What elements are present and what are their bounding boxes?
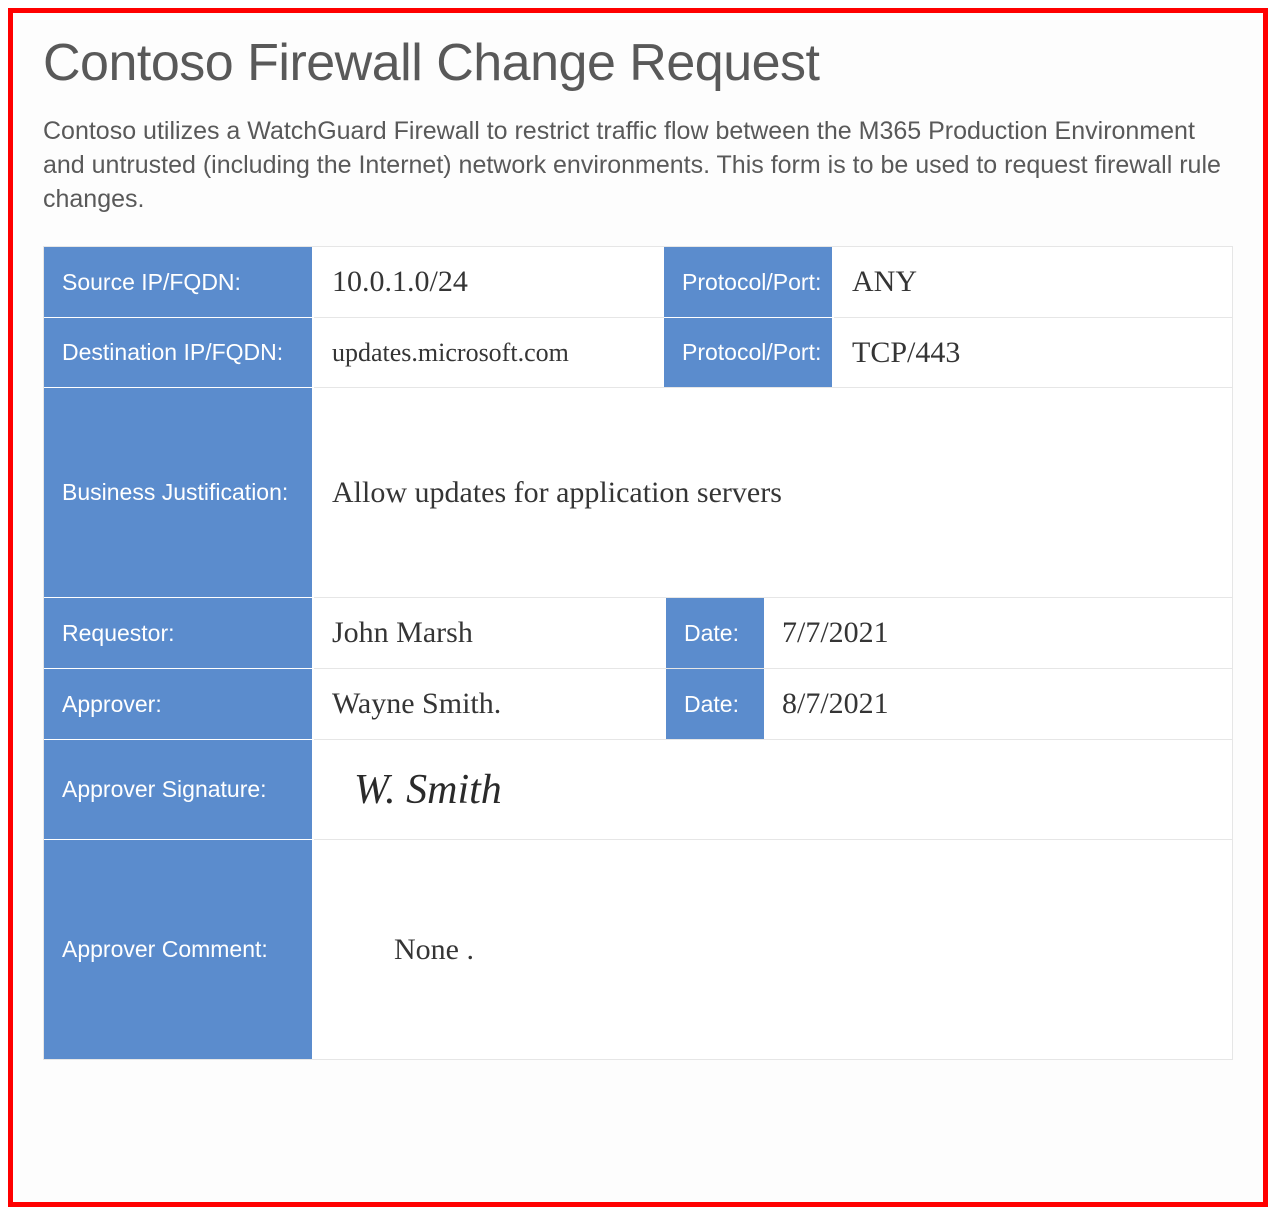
value-approver-comment: None . xyxy=(314,839,1232,1059)
form-table: Source IP/FQDN: 10.0.1.0/24 Protocol/Por… xyxy=(43,246,1233,1060)
label-source-ip: Source IP/FQDN: xyxy=(44,247,314,317)
value-source-ip: 10.0.1.0/24 xyxy=(314,247,664,317)
label-approver-signature: Approver Signature: xyxy=(44,739,314,839)
value-requestor: John Marsh xyxy=(314,597,664,668)
intro-paragraph: Contoso utilizes a WatchGuard Firewall t… xyxy=(43,115,1233,216)
label-business-justification: Business Justification: xyxy=(44,387,314,597)
label-dest-protocol: Protocol/Port: xyxy=(664,317,834,387)
page-title: Contoso Firewall Change Request xyxy=(43,33,1233,93)
label-requestor: Requestor: xyxy=(44,597,314,668)
label-approver-comment: Approver Comment: xyxy=(44,839,314,1059)
label-source-protocol: Protocol/Port: xyxy=(664,247,834,317)
approver-date-block: Date: 8/7/2021 xyxy=(664,668,1232,739)
value-dest-ip: updates.microsoft.com xyxy=(314,317,664,387)
document-frame: Contoso Firewall Change Request Contoso … xyxy=(8,8,1268,1207)
label-approver-date: Date: xyxy=(664,669,764,739)
label-requestor-date: Date: xyxy=(664,598,764,668)
value-source-protocol: ANY xyxy=(834,247,1232,317)
value-approver-signature: W. Smith xyxy=(314,739,1232,839)
requestor-date-block: Date: 7/7/2021 xyxy=(664,597,1232,668)
value-approver-date: 8/7/2021 xyxy=(764,669,1232,739)
value-approver: Wayne Smith. xyxy=(314,668,664,739)
label-dest-ip: Destination IP/FQDN: xyxy=(44,317,314,387)
value-requestor-date: 7/7/2021 xyxy=(764,598,1232,668)
value-business-justification: Allow updates for application servers xyxy=(314,387,1232,597)
value-dest-protocol: TCP/443 xyxy=(834,317,1232,387)
label-approver: Approver: xyxy=(44,668,314,739)
